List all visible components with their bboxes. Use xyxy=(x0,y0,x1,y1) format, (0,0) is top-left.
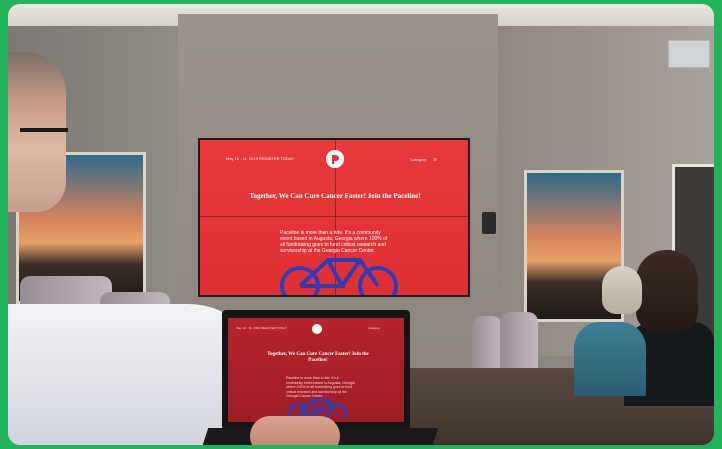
wall-tv: May 10 - 11, 2019 REGISTER TODAY Categor… xyxy=(198,138,470,297)
laptop-menu-label: Category xyxy=(368,326,381,330)
laptop-body-text: Paceline is more than a ride. It's a com… xyxy=(286,376,355,398)
tv-headline: Together, We Can Cure Cancer Faster! Joi… xyxy=(249,192,421,200)
glasses xyxy=(20,128,68,132)
photo-frame: May 10 - 11, 2019 REGISTER TODAY Categor… xyxy=(8,4,714,445)
tv-date-line: May 10 - 11, 2019 REGISTER TODAY xyxy=(226,156,294,161)
laptop-screen: May 10 - 11, 2019 REGISTER TODAY Categor… xyxy=(228,318,404,424)
tv-seam-horizontal xyxy=(200,216,468,217)
person-middle-head xyxy=(602,266,642,314)
bicycle-icon xyxy=(270,256,410,295)
laptop-headline: Together, We Can Cure Cancer Faster! Joi… xyxy=(267,352,369,363)
tv-menu-text: Category xyxy=(410,157,427,162)
person-right-head xyxy=(636,250,698,332)
tv-menu-label: Category ☰ xyxy=(410,157,437,162)
man-head xyxy=(8,52,66,212)
laptop: May 10 - 11, 2019 REGISTER TODAY Categor… xyxy=(222,310,410,430)
air-vent xyxy=(668,40,710,68)
paceline-logo-icon xyxy=(326,150,344,168)
tv-screen: May 10 - 11, 2019 REGISTER TODAY Categor… xyxy=(200,140,468,295)
hamburger-menu-icon: ☰ xyxy=(433,157,437,162)
wall-device xyxy=(482,212,496,234)
laptop-date-line: May 10 - 11, 2019 REGISTER TODAY xyxy=(236,326,287,330)
tv-body-text: Paceline is more than a ride. It's a com… xyxy=(280,230,388,254)
paceline-logo-icon xyxy=(312,324,322,334)
person-middle-body xyxy=(574,322,646,396)
hand xyxy=(250,416,340,445)
